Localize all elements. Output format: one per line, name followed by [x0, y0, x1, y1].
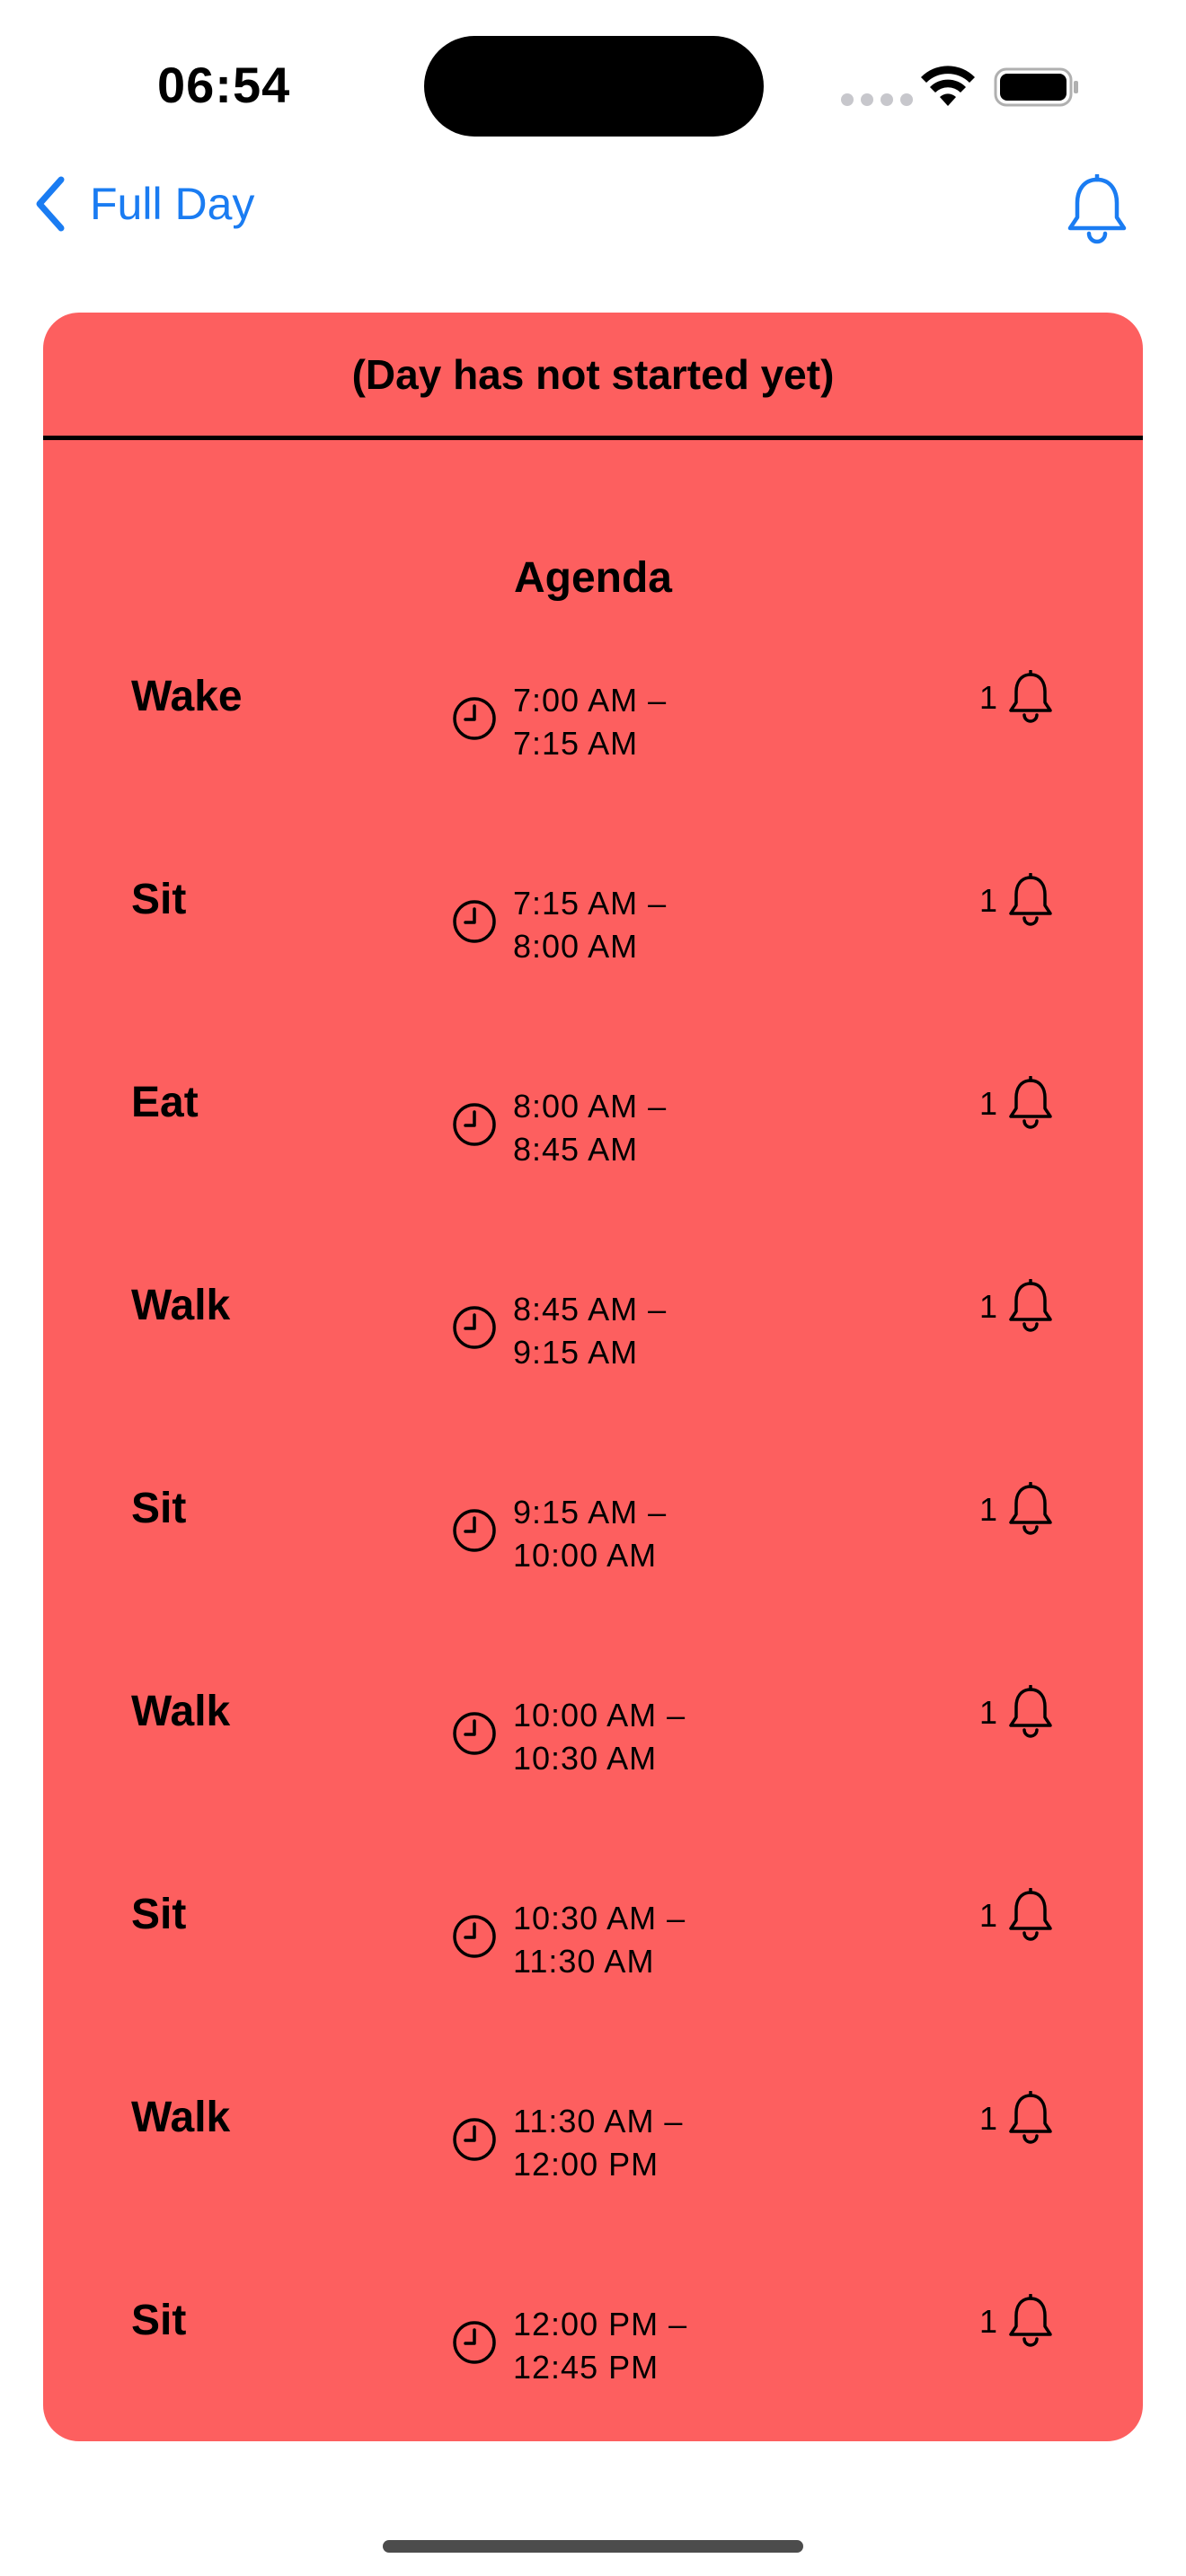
time-range: 8:45 AM – 9:15 AM — [513, 1288, 667, 1374]
clock-icon — [453, 1915, 496, 1958]
clock-icon — [453, 1712, 496, 1755]
time-range: 8:00 AM – 8:45 AM — [513, 1085, 667, 1171]
start-time: 10:00 AM – — [513, 1697, 686, 1734]
end-time: 12:45 PM — [513, 2349, 659, 2386]
start-time: 7:15 AM – — [513, 885, 668, 922]
time-range: 11:30 AM – 12:00 PM — [513, 2100, 683, 2186]
battery-icon — [994, 67, 1078, 107]
end-time: 12:00 PM — [513, 2146, 659, 2183]
end-time: 8:45 AM — [513, 1131, 639, 1168]
home-indicator[interactable] — [383, 2540, 803, 2553]
day-card: (Day has not started yet) Agenda Wake 7:… — [43, 313, 1143, 2441]
agenda-item[interactable]: Sit 9:15 AM – 10:00 AM 1 — [43, 1482, 1143, 1687]
bell-icon[interactable] — [1006, 1888, 1055, 1942]
start-time: 11:30 AM – — [513, 2103, 684, 2139]
reminder-count: 1 — [979, 1491, 998, 1528]
back-button[interactable]: Full Day — [32, 176, 254, 232]
activity-name: Sit — [131, 1891, 187, 1938]
clock-icon — [453, 900, 496, 943]
cellular-signal-icon — [841, 93, 913, 106]
time-range: 7:15 AM – 8:00 AM — [513, 882, 667, 968]
activity-name: Walk — [131, 2094, 231, 2141]
clock-icon — [453, 1103, 496, 1146]
start-time: 8:45 AM – — [513, 1291, 668, 1328]
reminder-count: 1 — [979, 882, 998, 919]
chevron-left-icon — [36, 176, 65, 232]
agenda-item[interactable]: Wake 7:00 AM – 7:15 AM 1 — [43, 670, 1143, 875]
reminder-count: 1 — [979, 1288, 998, 1325]
activity-name: Sit — [131, 2297, 187, 2344]
agenda-title: Agenda — [513, 554, 672, 602]
agenda-item[interactable]: Walk 8:45 AM – 9:15 AM 1 — [43, 1279, 1143, 1484]
bell-icon[interactable] — [1006, 1685, 1055, 1739]
agenda-list: Wake 7:00 AM – 7:15 AM 1 Sit 7:15 AM – 8… — [43, 670, 1143, 2441]
time-range: 10:30 AM – 11:30 AM — [513, 1897, 686, 1983]
activity-name: Walk — [131, 1282, 231, 1329]
start-time: 7:00 AM – — [513, 682, 668, 719]
end-time: 10:00 AM — [513, 1537, 658, 1574]
reminder-count: 1 — [979, 2303, 998, 2340]
reminder-count: 1 — [979, 1085, 998, 1122]
clock-icon — [453, 697, 496, 740]
end-time: 9:15 AM — [513, 1334, 639, 1371]
start-time: 12:00 PM – — [513, 2306, 688, 2342]
start-time: 9:15 AM – — [513, 1494, 668, 1531]
agenda-item[interactable]: Eat 8:00 AM – 8:45 AM 1 — [43, 1076, 1143, 1281]
clock-icon — [453, 1509, 496, 1552]
agenda-item[interactable]: Walk 11:30 AM – 12:00 PM 1 — [43, 2091, 1143, 2296]
time-range: 12:00 PM – 12:45 PM — [513, 2303, 687, 2389]
bell-icon[interactable] — [1006, 670, 1055, 724]
bell-icon[interactable] — [1006, 1279, 1055, 1333]
bell-icon[interactable] — [1006, 1482, 1055, 1536]
end-time: 8:00 AM — [513, 928, 639, 965]
clock-icon — [453, 2321, 496, 2364]
day-status: (Day has not started yet) — [43, 313, 1143, 440]
dynamic-island — [424, 36, 764, 137]
activity-name: Sit — [131, 1485, 187, 1532]
reminder-count: 1 — [979, 679, 998, 716]
agenda-item[interactable]: Sit 10:30 AM – 11:30 AM 1 — [43, 1888, 1143, 2093]
agenda-item[interactable]: Walk 10:00 AM – 10:30 AM 1 — [43, 1685, 1143, 1890]
activity-name: Eat — [131, 1079, 199, 1126]
bell-icon[interactable] — [1006, 2294, 1055, 2348]
end-time: 7:15 AM — [513, 725, 639, 762]
clock-icon — [453, 1306, 496, 1349]
activity-name: Sit — [131, 876, 187, 923]
time-range: 9:15 AM – 10:00 AM — [513, 1491, 667, 1577]
agenda-item[interactable]: Sit 7:15 AM – 8:00 AM 1 — [43, 873, 1143, 1078]
bell-icon[interactable] — [1006, 2091, 1055, 2145]
wifi-icon — [921, 66, 975, 106]
activity-name: Walk — [131, 1688, 231, 1735]
back-button-label: Full Day — [90, 179, 255, 229]
bell-icon[interactable] — [1006, 1076, 1055, 1130]
agenda-item[interactable]: Sit 12:00 PM – 12:45 PM 1 — [43, 2294, 1143, 2441]
time-range: 7:00 AM – 7:15 AM — [513, 679, 667, 765]
reminder-count: 1 — [979, 2100, 998, 2137]
end-time: 11:30 AM — [513, 1943, 655, 1980]
start-time: 10:30 AM – — [513, 1900, 686, 1936]
start-time: 8:00 AM – — [513, 1088, 668, 1125]
activity-name: Wake — [131, 673, 243, 720]
end-time: 10:30 AM — [513, 1740, 658, 1777]
reminder-count: 1 — [979, 1897, 998, 1934]
time-range: 10:00 AM – 10:30 AM — [513, 1694, 686, 1780]
bell-icon[interactable] — [1066, 174, 1128, 244]
status-time: 06:54 — [157, 57, 291, 113]
bell-icon[interactable] — [1006, 873, 1055, 927]
clock-icon — [453, 2118, 496, 2161]
reminder-count: 1 — [979, 1694, 998, 1731]
